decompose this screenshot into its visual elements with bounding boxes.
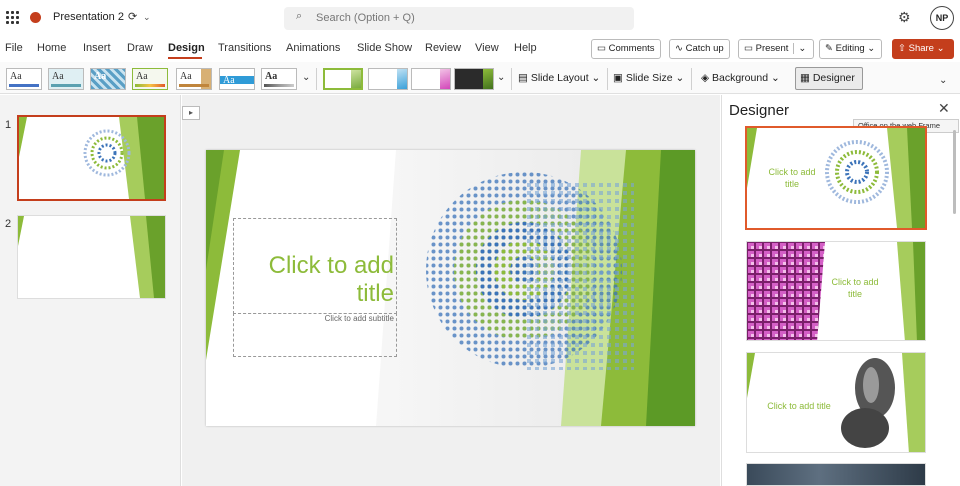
theme-glyph: Aa <box>180 71 192 82</box>
present-label: Present <box>755 43 789 54</box>
layout-icon: ▤ <box>518 72 531 84</box>
design-idea-title: Click to add title <box>767 401 831 411</box>
comments-label: Comments <box>608 43 655 54</box>
menu-slide-show[interactable]: Slide Show <box>357 42 412 54</box>
chevron-down-icon[interactable]: ⌄ <box>497 72 505 83</box>
variant-pink[interactable] <box>411 68 451 90</box>
slide-thumbnail-2[interactable] <box>17 215 166 299</box>
theme-blue-band[interactable]: Aa <box>219 68 255 90</box>
menu-draw[interactable]: Draw <box>127 42 153 54</box>
menu-help[interactable]: Help <box>514 42 537 54</box>
thumbnail-toggle-icon[interactable]: ▸ <box>182 106 200 120</box>
theme-glyph: Aa <box>94 71 107 82</box>
theme-gray[interactable]: Aa <box>261 68 297 90</box>
menu-view[interactable]: View <box>475 42 499 54</box>
slide-thumbnail-art <box>18 216 165 298</box>
menu-home[interactable]: Home <box>37 42 66 54</box>
sync-icon: ⟳ <box>128 11 138 23</box>
menu-design[interactable]: Design <box>168 42 205 54</box>
search-placeholder[interactable]: Search (Option + Q) <box>316 12 415 24</box>
designer-icon: ▦ <box>800 72 813 84</box>
theme-glyph: Aa <box>10 71 22 82</box>
design-idea-1[interactable]: Click to add title <box>745 126 927 230</box>
menu-review[interactable]: Review <box>425 42 461 54</box>
catch-up-button[interactable]: ∿ Catch up <box>669 39 730 59</box>
theme-glyph: Aa <box>265 71 278 82</box>
background-button[interactable]: ◈ Background ⌄ <box>701 72 780 84</box>
design-idea-3[interactable]: Click to add title <box>746 352 926 453</box>
background-label: Background <box>712 72 769 84</box>
menu-transitions[interactable]: Transitions <box>218 42 271 54</box>
slide-layout-label: Slide Layout <box>530 72 589 84</box>
ribbon-separator <box>607 68 608 90</box>
menu-animations[interactable]: Animations <box>286 42 340 54</box>
editing-mode-button[interactable]: ✎ Editing ⌄ <box>819 39 882 59</box>
document-title[interactable]: Presentation 2 <box>53 11 124 23</box>
ribbon-separator <box>691 68 692 90</box>
slide-size-icon: ▣ <box>613 72 626 84</box>
share-label: Share <box>908 43 934 54</box>
theme-green[interactable]: Aa <box>132 68 168 90</box>
chevron-down-icon[interactable]: ⌄ <box>143 12 151 23</box>
slide-number: 2 <box>5 218 12 230</box>
designer-label: Designer <box>812 72 855 84</box>
powerpoint-logo-icon <box>30 12 41 23</box>
menu-file[interactable]: File <box>5 42 23 54</box>
slide-thumbnail-art <box>19 117 164 199</box>
design-idea-2[interactable]: Click to add title <box>746 241 926 341</box>
present-icon: ▭ <box>744 43 756 54</box>
catch-up-icon: ∿ <box>675 43 686 54</box>
active-tab-indicator <box>168 57 202 59</box>
theme-pattern[interactable]: Aa <box>90 68 126 90</box>
theme-gold[interactable]: Aa <box>176 68 212 90</box>
design-idea-title: Click to add title <box>768 167 816 189</box>
pencil-icon: ✎ <box>825 43 836 54</box>
avatar[interactable]: NP <box>930 6 954 30</box>
variant-dark[interactable] <box>454 68 494 90</box>
slide-thumbnail-1[interactable] <box>17 115 166 201</box>
present-button[interactable]: ▭ Present ⌄ <box>738 39 814 59</box>
variant-green[interactable] <box>323 68 363 90</box>
catch-up-label: Catch up <box>685 43 724 54</box>
share-icon: ⇧ <box>898 43 909 54</box>
design-idea-art <box>747 464 925 485</box>
chevron-down-icon[interactable]: ⌄ <box>302 72 310 83</box>
slide-number: 1 <box>5 119 12 131</box>
gear-icon[interactable]: ⚙ <box>898 9 911 26</box>
slide-subtitle-text[interactable]: Click to add subtitle <box>236 314 394 323</box>
design-idea-4[interactable] <box>746 463 926 486</box>
chevron-down-icon[interactable]: ⌄ <box>793 43 807 54</box>
share-button[interactable]: ⇧ Share ⌄ <box>892 39 954 59</box>
paint-bucket-icon: ◈ <box>701 72 712 84</box>
theme-facet[interactable]: Aa <box>48 68 84 90</box>
ribbon-collapse-icon[interactable]: ⌄ <box>939 75 947 86</box>
menu-insert[interactable]: Insert <box>83 42 111 54</box>
slide-layout-button[interactable]: ▤ Slide Layout ⌄ <box>518 72 600 84</box>
slide-size-button[interactable]: ▣ Slide Size ⌄ <box>613 72 684 84</box>
theme-glyph: Aa <box>223 75 235 86</box>
designer-pane-title: Designer <box>729 102 790 119</box>
comment-icon: ▭ <box>597 43 609 54</box>
ribbon-separator <box>511 68 512 90</box>
theme-glyph: Aa <box>52 71 64 82</box>
dot-circle-graphic <box>426 172 634 370</box>
app-launcher-icon[interactable] <box>6 11 19 24</box>
close-icon[interactable]: ✕ <box>938 100 950 117</box>
theme-office[interactable]: Aa <box>6 68 42 90</box>
ribbon-separator <box>316 68 317 90</box>
theme-glyph: Aa <box>136 71 148 82</box>
comments-button[interactable]: ▭ Comments <box>591 39 661 59</box>
designer-scrollbar[interactable] <box>953 130 956 214</box>
slide-size-label: Slide Size <box>625 72 673 84</box>
design-idea-title: Click to add title <box>831 277 879 299</box>
slide-title-text[interactable]: Click to add title <box>236 252 394 308</box>
variant-blue[interactable] <box>368 68 408 90</box>
search-icon: ⌕ <box>296 10 303 22</box>
editing-label: Editing <box>835 43 865 54</box>
designer-button-label[interactable]: ▦ Designer <box>800 72 855 84</box>
